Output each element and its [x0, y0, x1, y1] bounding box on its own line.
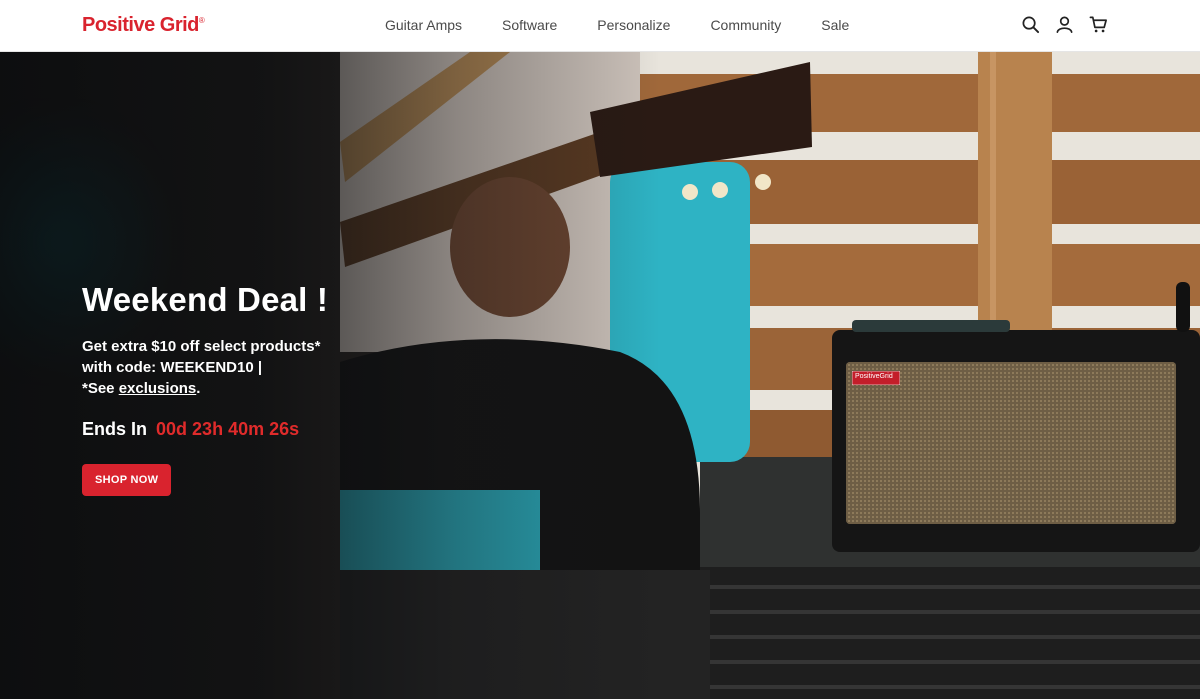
promo-line-3-prefix: *See	[82, 380, 119, 398]
positive-grid-logo[interactable]: Positive Grid®	[82, 14, 205, 37]
header-icons	[1021, 15, 1108, 34]
exclusions-link[interactable]: exclusions	[119, 380, 197, 397]
nav-personalize[interactable]: Personalize	[597, 17, 670, 33]
main-nav: Guitar Amps Software Personalize Communi…	[385, 17, 889, 33]
promo-line-2: with code: WEEKEND10 |	[82, 359, 263, 377]
nav-guitar-amps[interactable]: Guitar Amps	[385, 17, 462, 33]
site-header: Positive Grid® Guitar Amps Software Pers…	[0, 0, 1200, 52]
logo-text: Positive Grid	[82, 14, 199, 36]
hero-banner[interactable]: Weekend Deal ! Get extra $10 off select …	[0, 52, 1200, 699]
search-icon[interactable]	[1021, 15, 1040, 34]
promo-description: Get extra $10 off select products* with …	[82, 336, 328, 399]
user-icon[interactable]	[1055, 15, 1074, 34]
nav-sale[interactable]: Sale	[821, 17, 849, 33]
nav-software[interactable]: Software	[502, 17, 557, 33]
logo-registered-mark: ®	[198, 16, 205, 25]
countdown-label: Ends In	[82, 419, 148, 440]
cart-icon[interactable]	[1089, 15, 1108, 34]
promo-line-1: Get extra $10 off select products*	[82, 338, 321, 356]
shop-now-button[interactable]: SHOP NOW	[82, 464, 172, 497]
promo-title: Weekend Deal !	[82, 281, 329, 318]
amp-badge-text: PositiveGrid	[855, 373, 893, 380]
countdown-timer: 00d 23h 40m 26s	[156, 419, 300, 440]
promo-block: Weekend Deal ! Get extra $10 off select …	[82, 281, 329, 497]
nav-community[interactable]: Community	[710, 17, 781, 33]
promo-line-3-suffix: .	[196, 380, 201, 398]
countdown: Ends In 00d 23h 40m 26s	[82, 419, 328, 440]
promo-line-3: *See exclusions.	[82, 378, 328, 399]
